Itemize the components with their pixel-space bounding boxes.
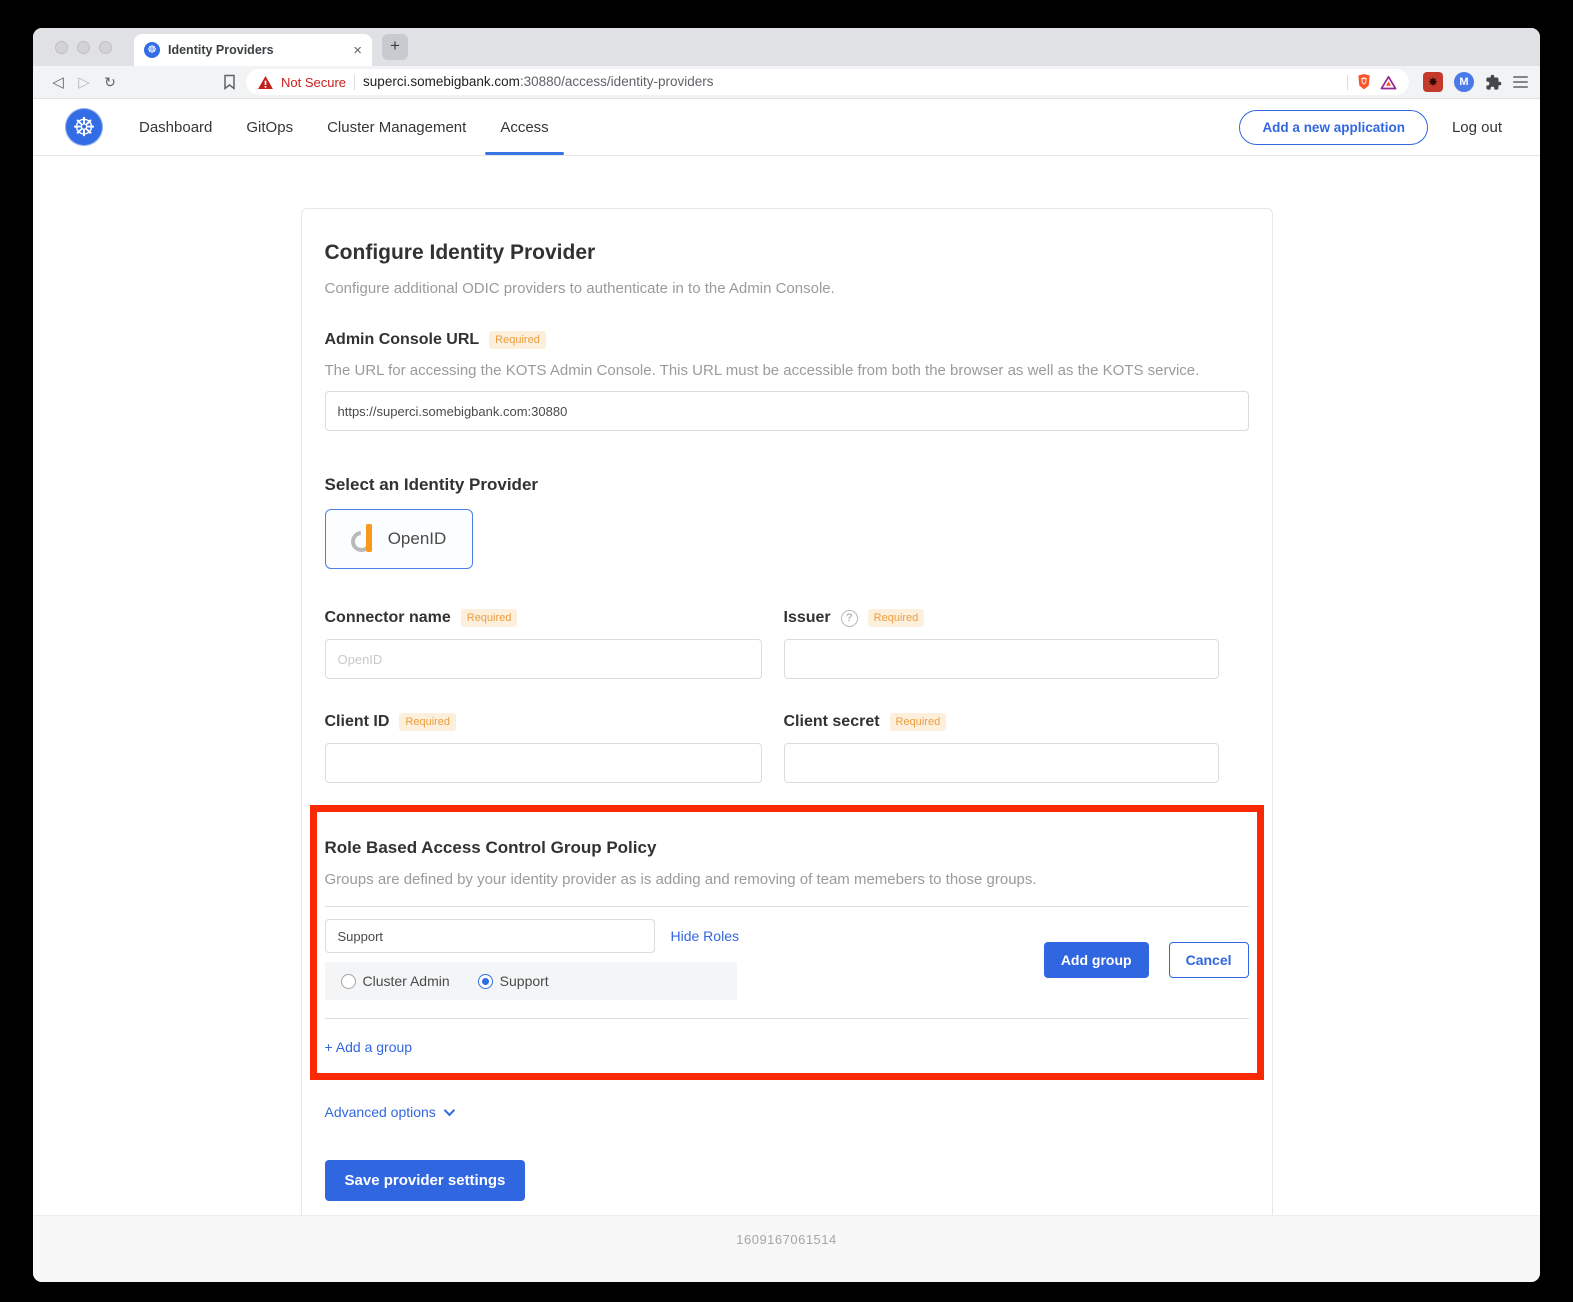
- address-separator-2: [1347, 75, 1348, 90]
- issuer-field: Issuer ? Required: [784, 575, 1219, 679]
- required-badge: Required: [489, 331, 546, 349]
- group-name-input[interactable]: [325, 919, 655, 953]
- role-label: Cluster Admin: [363, 973, 450, 989]
- url-host: superci.somebigbank.com: [363, 74, 520, 89]
- role-label: Support: [500, 973, 549, 989]
- required-badge: Required: [868, 609, 925, 627]
- openid-logo-icon: [351, 524, 379, 554]
- nav-item-cluster-management[interactable]: Cluster Management: [327, 99, 466, 155]
- window-controls: [55, 41, 112, 54]
- chevron-down-icon: [444, 1105, 455, 1116]
- required-badge: Required: [399, 713, 456, 731]
- openid-provider-label: OpenID: [388, 529, 447, 549]
- close-window-button[interactable]: [55, 41, 68, 54]
- nav-item-dashboard[interactable]: Dashboard: [139, 99, 212, 155]
- footer-timestamp: 1609167061514: [736, 1232, 837, 1247]
- extensions-puzzle-icon[interactable]: [1485, 74, 1502, 91]
- hide-roles-link[interactable]: Hide Roles: [671, 928, 739, 944]
- issuer-label: Issuer: [784, 609, 831, 627]
- brave-shield-icon[interactable]: [1356, 73, 1372, 91]
- admin-console-url-description: The URL for accessing the KOTS Admin Con…: [325, 362, 1249, 379]
- connector-name-field: Connector name Required: [325, 575, 762, 679]
- browser-tab[interactable]: ☸ Identity Providers ×: [134, 34, 372, 66]
- required-badge: Required: [461, 609, 518, 627]
- page-subtitle: Configure additional ODIC providers to a…: [325, 280, 1249, 297]
- extension-icon-m[interactable]: M: [1454, 72, 1474, 92]
- select-provider-heading: Select an Identity Provider: [325, 475, 1249, 495]
- tab-close-icon[interactable]: ×: [353, 42, 362, 59]
- role-radio-cluster-admin[interactable]: Cluster Admin: [341, 973, 450, 989]
- add-a-group-link[interactable]: + Add a group: [325, 1039, 413, 1055]
- client-secret-label: Client secret: [784, 713, 880, 731]
- roles-panel: Cluster Admin Support: [325, 962, 737, 1000]
- connector-name-label: Connector name: [325, 609, 451, 627]
- not-secure-label: Not Secure: [281, 75, 346, 90]
- browser-window: ☸ Identity Providers × + ◁ ▷ ↻ Not Secur…: [33, 28, 1540, 1282]
- kubernetes-favicon-icon: ☸: [144, 42, 160, 58]
- radio-circle-icon: [341, 974, 356, 989]
- group-editor: Hide Roles Cluster Admin Support: [325, 919, 1249, 1000]
- required-badge: Required: [890, 713, 947, 731]
- issuer-help-icon[interactable]: ?: [841, 610, 858, 627]
- nav-item-access[interactable]: Access: [500, 99, 548, 155]
- back-icon[interactable]: ◁: [45, 73, 71, 91]
- bookmark-icon[interactable]: [223, 74, 236, 90]
- extension-area: ✸ M: [1423, 72, 1528, 92]
- configure-provider-card: Configure Identity Provider Configure ad…: [301, 208, 1273, 1215]
- new-tab-button[interactable]: +: [382, 34, 408, 60]
- rbac-subtitle: Groups are defined by your identity prov…: [325, 871, 1249, 888]
- nav-item-gitops[interactable]: GitOps: [246, 99, 293, 155]
- advanced-options-toggle[interactable]: Advanced options: [325, 1104, 452, 1120]
- client-secret-input[interactable]: [784, 743, 1219, 783]
- extension-icon-red[interactable]: ✸: [1423, 72, 1443, 92]
- zoom-window-button[interactable]: [99, 41, 112, 54]
- main-content: Configure Identity Provider Configure ad…: [33, 156, 1540, 1215]
- rbac-title: Role Based Access Control Group Policy: [325, 838, 1249, 858]
- connector-name-input[interactable]: [325, 639, 762, 679]
- tab-title: Identity Providers: [168, 43, 345, 57]
- radio-circle-icon: [478, 974, 493, 989]
- advanced-options-label: Advanced options: [325, 1104, 436, 1120]
- page-footer: 1609167061514: [33, 1215, 1540, 1282]
- issuer-input[interactable]: [784, 639, 1219, 679]
- client-secret-field: Client secret Required: [784, 679, 1219, 783]
- page-title: Configure Identity Provider: [325, 241, 1249, 265]
- address-bar[interactable]: Not Secure superci.somebigbank.com:30880…: [246, 69, 1409, 95]
- add-new-application-button[interactable]: Add a new application: [1239, 110, 1428, 145]
- minimize-window-button[interactable]: [77, 41, 90, 54]
- nav-links: Dashboard GitOps Cluster Management Acce…: [139, 99, 549, 155]
- openid-provider-card[interactable]: OpenID: [325, 509, 473, 569]
- save-provider-settings-button[interactable]: Save provider settings: [325, 1160, 526, 1201]
- bat-triangle-icon[interactable]: [1380, 75, 1397, 90]
- tab-strip: ☸ Identity Providers × +: [33, 28, 1540, 66]
- admin-console-url-input[interactable]: [325, 391, 1249, 431]
- reload-icon[interactable]: ↻: [97, 74, 123, 91]
- admin-console-url-label: Admin Console URL: [325, 331, 480, 349]
- rbac-divider-bottom: [325, 1018, 1249, 1019]
- app-navbar: ☸ Dashboard GitOps Cluster Management Ac…: [33, 99, 1540, 156]
- browser-menu-icon[interactable]: [1513, 73, 1528, 91]
- cancel-button[interactable]: Cancel: [1169, 942, 1249, 978]
- address-separator: [354, 75, 355, 90]
- nav-right: Add a new application Log out: [1239, 110, 1502, 145]
- client-id-label: Client ID: [325, 713, 390, 731]
- client-id-field: Client ID Required: [325, 679, 762, 783]
- forward-icon[interactable]: ▷: [71, 73, 97, 91]
- rbac-divider-top: [325, 906, 1249, 907]
- url-path: :30880/access/identity-providers: [520, 74, 714, 89]
- kubernetes-logo-icon[interactable]: ☸: [65, 108, 103, 146]
- add-group-button[interactable]: Add group: [1044, 942, 1149, 978]
- logout-button[interactable]: Log out: [1452, 119, 1502, 136]
- browser-toolbar: ◁ ▷ ↻ Not Secure superci.somebigbank.com…: [33, 66, 1540, 99]
- role-radio-support[interactable]: Support: [478, 973, 549, 989]
- not-secure-warning-icon: [258, 76, 273, 89]
- url-text: superci.somebigbank.com:30880/access/ide…: [363, 73, 713, 91]
- client-id-input[interactable]: [325, 743, 762, 783]
- rbac-highlight-annotation: Role Based Access Control Group Policy G…: [310, 805, 1264, 1080]
